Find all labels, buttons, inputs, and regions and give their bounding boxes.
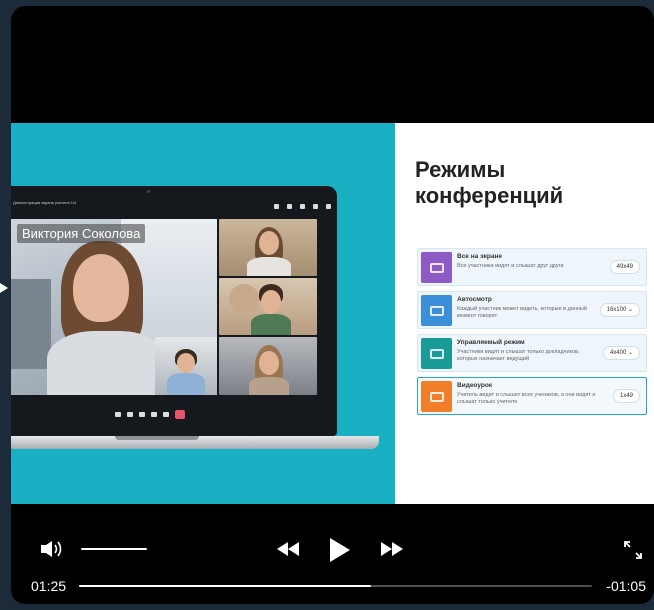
fast-forward-icon[interactable]: [379, 540, 405, 558]
slide-photo-area: Демонстрация экрана учителя 1/4 Виктория…: [11, 123, 395, 504]
laptop-camera: [147, 190, 150, 193]
play-icon[interactable]: [327, 537, 351, 563]
more-icon: [163, 412, 169, 417]
expand-icon: [326, 204, 331, 209]
video-frame: Демонстрация экрана учителя 1/4 Виктория…: [11, 123, 654, 504]
mode-card-all-on-screen: Все на экране Все участники видят и слыш…: [417, 248, 647, 286]
fullscreen-icon[interactable]: [623, 540, 643, 560]
mode-description: Все участники видят и слышат друг друга: [457, 263, 564, 269]
background-shelf: [11, 279, 51, 369]
all-on-screen-icon: [421, 252, 452, 283]
volume-slider[interactable]: [81, 548, 147, 550]
managed-mode-icon: [421, 338, 452, 369]
participant-tile-4: [155, 337, 217, 395]
grid-icon: [313, 204, 318, 209]
participant-tile-2: [219, 278, 317, 335]
slide-title-line-1: Режимы: [415, 157, 506, 182]
people-icon: [300, 204, 305, 209]
progress-fill: [79, 585, 372, 587]
mode-description: Учитель видит и слышит всех учеников, а …: [457, 392, 596, 405]
mode-name: Видеоурок: [457, 382, 493, 389]
video-player[interactable]: Демонстрация экрана учителя 1/4 Виктория…: [11, 6, 654, 604]
mode-card-autoview: Автосмотр Каждый участник может видеть, …: [417, 291, 647, 329]
speaker-body: [47, 331, 167, 395]
volume-icon[interactable]: [39, 540, 67, 558]
mode-description: Участники видят и слышат только докладчи…: [457, 349, 580, 362]
current-time: 01:25: [31, 578, 67, 594]
end-call-icon: [175, 410, 185, 419]
remaining-time: -01:05: [606, 578, 646, 594]
mode-capacity: 4x400 ⌄: [602, 346, 640, 360]
speaker-face: [73, 254, 129, 322]
mode-name: Управляемый режим: [457, 339, 525, 346]
camera-icon: [115, 412, 121, 417]
chat-icon: [151, 412, 157, 417]
speaker-name-label: Виктория Соколова: [17, 224, 146, 243]
mode-capacity: 1x49: [612, 389, 640, 403]
player-controls: 01:25 -01:05: [11, 504, 654, 604]
mode-name: Автосмотр: [457, 296, 492, 303]
mode-capacity: 49x49: [609, 260, 640, 274]
mode-name: Все на экране: [457, 253, 503, 260]
laptop-screen: Демонстрация экрана учителя 1/4 Виктория…: [11, 186, 337, 436]
rewind-icon[interactable]: [275, 540, 301, 558]
slide-text-area: Режимы конференций Все на экране Все уча…: [395, 123, 654, 504]
conference-top-bar: Демонстрация экрана учителя 1/4: [11, 200, 337, 218]
page-background: Демонстрация экрана учителя 1/4 Виктория…: [0, 0, 654, 610]
laptop-notch: [115, 436, 199, 440]
chat-icon: [287, 204, 292, 209]
conference-control-bar: [11, 396, 337, 436]
microphone-icon: [127, 412, 133, 417]
conference-title: Демонстрация экрана учителя 1/4: [13, 200, 77, 205]
mode-description: Каждый участник может видеть, которые в …: [457, 306, 587, 319]
progress-bar[interactable]: [79, 585, 592, 587]
mode-card-managed: Управляемый режим Участники видят и слыш…: [417, 334, 647, 372]
slide-title-line-2: конференций: [415, 183, 564, 208]
person-icon: [274, 204, 279, 209]
slide-title: Режимы конференций: [415, 157, 635, 209]
autoview-icon: [421, 295, 452, 326]
mode-card-video-lesson: Видеоурок Учитель видит и слышит всех уч…: [417, 377, 647, 415]
left-pointer-arrow-icon: [0, 283, 8, 293]
conference-toolbar-icons: [274, 204, 331, 209]
video-lesson-icon: [421, 381, 452, 412]
screen-share-icon: [139, 412, 145, 417]
participant-tile-3: [219, 337, 317, 395]
mode-capacity: 16x100 ⌄: [599, 303, 640, 317]
conference-control-buttons: [115, 410, 185, 419]
participant-tile-1: [219, 219, 317, 276]
